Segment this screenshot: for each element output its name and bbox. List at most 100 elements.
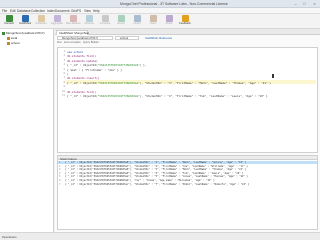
status-text: Operations <box>2 235 17 239</box>
editor-options: Run · Auto-complete · Query Builder <box>57 41 99 44</box>
toolbar-label: Aggregate <box>51 22 63 25</box>
toolbar-label: Collection <box>35 22 47 25</box>
menu-help[interactable]: Help <box>93 9 100 13</box>
export-icon <box>117 15 125 22</box>
map-reduce-button[interactable]: Map-Reduce <box>66 15 81 28</box>
status-bar: Operations <box>0 232 320 240</box>
menu-database[interactable]: Database <box>17 9 31 13</box>
menu-file[interactable]: File <box>2 9 7 13</box>
line-number: 3 <box>63 58 65 62</box>
code-line: use school <box>67 50 84 54</box>
title-bar: MongoChef Professional - 3T Software Lab… <box>0 0 320 8</box>
toolbar-label: IntelliShell <box>19 22 31 25</box>
schema-icon <box>85 15 93 22</box>
output-row[interactable]: 7{ "_id" : ObjectId("5642135f6b53d4f7d6b… <box>58 183 317 186</box>
toolbar-label: Map-Reduce <box>66 22 81 25</box>
database-select[interactable]: school <box>115 36 139 40</box>
maximize-icon[interactable]: □ <box>300 1 309 7</box>
server-icon <box>2 31 5 35</box>
aggregate-icon <box>53 15 61 22</box>
roles-button[interactable]: Roles <box>162 15 176 28</box>
code-line: db.students.update( <box>67 58 98 63</box>
output-row-text: { "_id" : ObjectId("5642135f6b53d4f7d6b8… <box>65 182 250 186</box>
main-toolbar: Connect IntelliShell Collection Aggregate Ma… <box>0 14 320 29</box>
connect-icon <box>5 15 13 22</box>
toolbar-label: Feedback <box>179 22 191 25</box>
output-row-text: { "_id" : ObjectId("5642135f6b53d4f7d6b8… <box>65 161 247 164</box>
feedback-button[interactable]: Feedback <box>178 15 192 28</box>
collection-icon <box>37 15 45 22</box>
text-cursor-icon <box>272 74 274 78</box>
database-icon <box>7 36 10 40</box>
menu-view[interactable]: View <box>84 9 91 13</box>
import-icon <box>133 15 141 22</box>
code-line: { $set : { "Firstname" : "Joe" } } <box>67 67 123 72</box>
database-icon <box>7 41 10 45</box>
menu-collection[interactable]: Collection <box>31 9 45 13</box>
line-number: 1 <box>63 50 65 53</box>
code-line: { "_id" : ObjectId("5642135f6b53d4f7d6b8… <box>67 94 268 98</box>
output-row-text: { "_id" : ObjectId("5642135f6b53d4f7d6b8… <box>65 164 248 168</box>
schema-button[interactable]: Schema <box>82 15 96 28</box>
shell-icon <box>21 15 29 22</box>
line-number: 4 <box>63 63 65 67</box>
roles-icon <box>165 15 173 22</box>
line-number: 10 <box>61 89 65 93</box>
code-line: ) <box>67 72 69 76</box>
connection-tree: MongoTest (localhost:27017) local school <box>0 29 54 232</box>
menu-gridfs[interactable]: GridFS <box>71 9 81 13</box>
tree-node-label: local <box>11 36 18 40</box>
compare-icon <box>101 15 109 22</box>
code-line: { "_id" : ObjectId("5642135f6b53d4f7d6b8… <box>67 80 271 85</box>
menu-edit[interactable]: Edit <box>10 9 16 13</box>
aggregate-button[interactable]: Aggregate <box>50 15 64 28</box>
tree-node[interactable]: MongoTest (localhost:27017) <box>2 31 45 35</box>
app-window: MongoChef Professional - 3T Software Lab… <box>0 0 320 240</box>
connect-button[interactable]: Connect <box>2 15 16 28</box>
line-number: 11 <box>61 94 65 97</box>
line-number: 8 <box>63 80 65 84</box>
toolbar-label: Roles <box>165 22 173 25</box>
close-icon[interactable]: × <box>310 1 319 7</box>
shell-reference-button[interactable]: IntelliShell: Reference <box>145 36 172 40</box>
export-button[interactable]: Export <box>114 15 128 28</box>
code-editor[interactable]: 1 use school 2 db.students.find() 3 db.studen… <box>57 47 318 153</box>
toolbar-label: Connect <box>4 22 14 25</box>
line-number: 5 <box>63 67 65 71</box>
toolbar-label: Compare <box>99 22 111 25</box>
intellishell-panel: IntelliShell: MongoTest MongoTest (local… <box>55 29 320 232</box>
feedback-icon <box>181 15 189 22</box>
tree-node[interactable]: school <box>7 41 20 45</box>
toolbar-label: Import <box>133 22 141 25</box>
output-row-text: { "_id" : ObjectId("5642135f6b53d4f7d6b8… <box>65 168 247 172</box>
toolbar-label: Schema <box>84 22 94 25</box>
output-row-text: { "_id" : ObjectId("5642135f6b53d4f7d6b8… <box>65 179 215 182</box>
import-button[interactable]: Import <box>130 15 144 28</box>
tree-node-label: school <box>11 41 20 45</box>
tree-node[interactable]: local <box>7 36 17 40</box>
users-button[interactable]: Users <box>146 15 160 28</box>
tab-bar: IntelliShell: MongoTest <box>55 29 320 35</box>
tab-intellishell[interactable]: IntelliShell: MongoTest <box>56 30 89 35</box>
menu-document[interactable]: Document <box>55 9 70 13</box>
line-number: 7 <box>63 76 65 80</box>
code-line: db.students.find() <box>67 54 97 59</box>
intellishell-button[interactable]: IntelliShell <box>18 15 32 28</box>
code-line: { "_id" : ObjectId("5642135f6b53d4f7d6b8… <box>67 63 147 68</box>
line-number: 9 <box>63 85 65 89</box>
toolbar-label: Users <box>149 22 157 25</box>
code-line: db.students.find() <box>67 89 97 94</box>
shell-output[interactable]: 1{ "_id" : ObjectId("5642135f6b53d4f7d6b… <box>57 160 318 230</box>
compare-button[interactable]: Compare <box>98 15 112 28</box>
tree-node-label: MongoTest (localhost:27017) <box>6 31 45 35</box>
connection-bar: MongoTest (localhost:27017) school Intel… <box>57 36 318 45</box>
window-title: MongoChef Professional - 3T Software Lab… <box>120 2 228 6</box>
collection-button[interactable]: Collection <box>34 15 48 28</box>
mapreduce-icon <box>69 15 77 22</box>
menu-index[interactable]: Index <box>47 9 55 13</box>
minimize-icon[interactable]: – <box>291 1 300 7</box>
output-row-text: { "_id" : ObjectId("5642135f6b53d4f7d6b8… <box>65 171 244 175</box>
users-icon <box>149 15 157 22</box>
line-number: 6 <box>63 72 65 75</box>
connection-select[interactable]: MongoTest (localhost:27017) <box>57 36 113 40</box>
